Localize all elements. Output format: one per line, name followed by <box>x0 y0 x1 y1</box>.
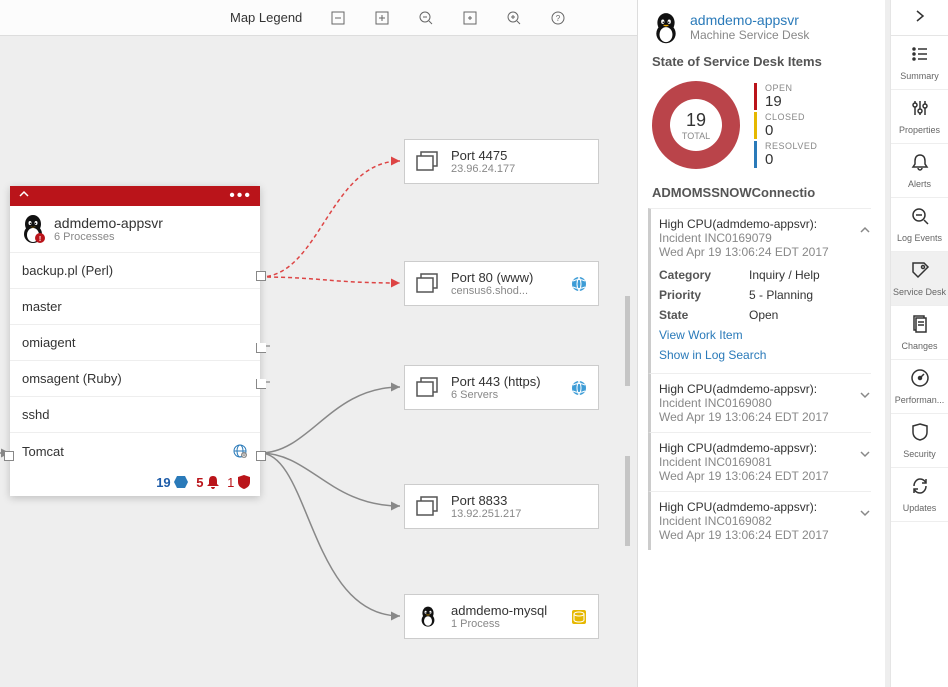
incident-details: CategoryInquiry / Help Priority5 - Plann… <box>659 259 871 365</box>
process-item[interactable]: Tomcat ⚙ <box>10 432 260 469</box>
status-closed: CLOSED0 <box>754 112 817 139</box>
servers-icon <box>415 150 441 174</box>
chevron-right-icon <box>913 7 927 28</box>
collapse-all-icon[interactable] <box>330 10 346 26</box>
connection-title: ADMOMSSNOWConnectio <box>652 185 871 200</box>
show-in-log-search-link[interactable]: Show in Log Search <box>659 345 871 365</box>
status-summary: 19 TOTAL OPEN19 CLOSED0 RESOLVED0 <box>652 81 871 169</box>
rail-performance[interactable]: Performan... <box>891 360 948 414</box>
incident-item[interactable]: High CPU(admdemo-appsvr): Incident INC01… <box>648 432 871 491</box>
service-desk-panel: admdemo-appsvr Machine Service Desk Stat… <box>637 0 885 687</box>
svg-text:!: ! <box>39 236 41 243</box>
status-resolved: RESOLVED0 <box>754 141 817 168</box>
rail-summary[interactable]: Summary <box>891 36 948 90</box>
panel-title: admdemo-appsvr <box>690 12 809 28</box>
refresh-icon <box>910 476 930 501</box>
stat-alert: 5 <box>196 475 219 490</box>
shield-icon <box>910 422 930 447</box>
rail-security[interactable]: Security <box>891 414 948 468</box>
port-box[interactable]: Port 883313.92.251.217 <box>404 484 599 529</box>
linux-icon <box>415 605 441 629</box>
search-icon <box>910 206 930 231</box>
port-box[interactable]: Port 443 (https)6 Servers <box>404 365 599 410</box>
incident-item[interactable]: High CPU(admdemo-appsvr): Incident INC01… <box>648 491 871 550</box>
svg-text:?: ? <box>556 14 561 23</box>
globe-icon <box>570 379 588 397</box>
output-port[interactable] <box>256 379 266 389</box>
database-icon <box>570 608 588 626</box>
process-item[interactable]: master <box>10 288 260 324</box>
node-footer: 19 5 1 <box>10 469 260 496</box>
bell-icon <box>910 152 930 177</box>
status-open: OPEN19 <box>754 83 817 110</box>
svg-text:⚙: ⚙ <box>242 453 247 459</box>
port-box[interactable]: admdemo-mysql1 Process <box>404 594 599 639</box>
rail-changes[interactable]: Changes <box>891 306 948 360</box>
globe-icon <box>570 275 588 293</box>
gauge-icon <box>910 368 930 393</box>
server-node-admdemo-appsvr[interactable]: ••• ! admdemo-appsvr 6 Processes backup.… <box>10 186 260 496</box>
ticket-icon <box>910 260 930 285</box>
output-port[interactable] <box>256 271 266 281</box>
zoom-out-icon[interactable] <box>418 10 434 26</box>
chevron-down-icon[interactable] <box>859 506 871 524</box>
rail-service-desk[interactable]: Service Desk <box>891 252 948 306</box>
sliders-icon <box>910 98 930 123</box>
list-icon <box>910 44 930 69</box>
servers-icon <box>415 376 441 400</box>
zoom-in-icon[interactable] <box>506 10 522 26</box>
panel-section-title: State of Service Desk Items <box>652 54 871 69</box>
rail-updates[interactable]: Updates <box>891 468 948 522</box>
zoom-fit-icon[interactable] <box>462 10 478 26</box>
incident-item[interactable]: High CPU(admdemo-appsvr): Incident INC01… <box>648 373 871 432</box>
donut-chart: 19 TOTAL <box>652 81 740 169</box>
process-item[interactable]: backup.pl (Perl) <box>10 252 260 288</box>
chevron-down-icon[interactable] <box>859 388 871 406</box>
servers-icon <box>415 272 441 296</box>
stat-security: 1 <box>227 475 250 490</box>
server-node-header[interactable]: ••• <box>10 186 260 206</box>
output-port[interactable] <box>256 451 266 461</box>
chevron-up-icon[interactable] <box>859 223 871 241</box>
rail-alerts[interactable]: Alerts <box>891 144 948 198</box>
map-toolbar: Map Legend ? <box>0 0 637 36</box>
expand-all-icon[interactable] <box>374 10 390 26</box>
doc-icon <box>910 314 930 339</box>
process-item[interactable]: omsagent (Ruby) <box>10 360 260 396</box>
map-legend-label[interactable]: Map Legend <box>230 10 302 25</box>
chevron-down-icon[interactable] <box>859 447 871 465</box>
rail-collapse[interactable] <box>891 0 948 36</box>
rail-log-events[interactable]: Log Events <box>891 198 948 252</box>
port-box[interactable]: Port 80 (www)census6.shod... <box>404 261 599 306</box>
view-work-item-link[interactable]: View Work Item <box>659 325 871 345</box>
port-box[interactable]: Port 447523.96.24.177 <box>404 139 599 184</box>
more-icon[interactable]: ••• <box>229 187 252 205</box>
input-port[interactable] <box>4 451 14 461</box>
process-item[interactable]: sshd <box>10 396 260 432</box>
servers-icon <box>415 495 441 519</box>
process-item[interactable]: omiagent <box>10 324 260 360</box>
rail-properties[interactable]: Properties <box>891 90 948 144</box>
chevron-up-icon[interactable] <box>18 187 30 205</box>
right-rail: Summary Properties Alerts Log Events Ser… <box>890 0 948 687</box>
linux-icon <box>652 12 680 44</box>
server-node-title: ! admdemo-appsvr 6 Processes <box>10 206 260 252</box>
linux-icon: ! <box>20 214 46 244</box>
output-port[interactable] <box>256 343 266 353</box>
incident-item[interactable]: High CPU(admdemo-appsvr): Incident INC01… <box>648 208 871 373</box>
web-icon: ⚙ <box>232 443 248 459</box>
map-canvas[interactable]: ••• ! admdemo-appsvr 6 Processes backup.… <box>0 36 637 687</box>
server-name: admdemo-appsvr <box>54 215 163 231</box>
panel-subtitle: Machine Service Desk <box>690 28 809 42</box>
status-list: OPEN19 CLOSED0 RESOLVED0 <box>754 83 817 168</box>
help-icon[interactable]: ? <box>550 10 566 26</box>
stat-info: 19 <box>156 475 188 490</box>
panel-header: admdemo-appsvr Machine Service Desk <box>652 12 871 44</box>
process-list: backup.pl (Perl) master omiagent omsagen… <box>10 252 260 469</box>
server-process-count: 6 Processes <box>54 231 163 243</box>
